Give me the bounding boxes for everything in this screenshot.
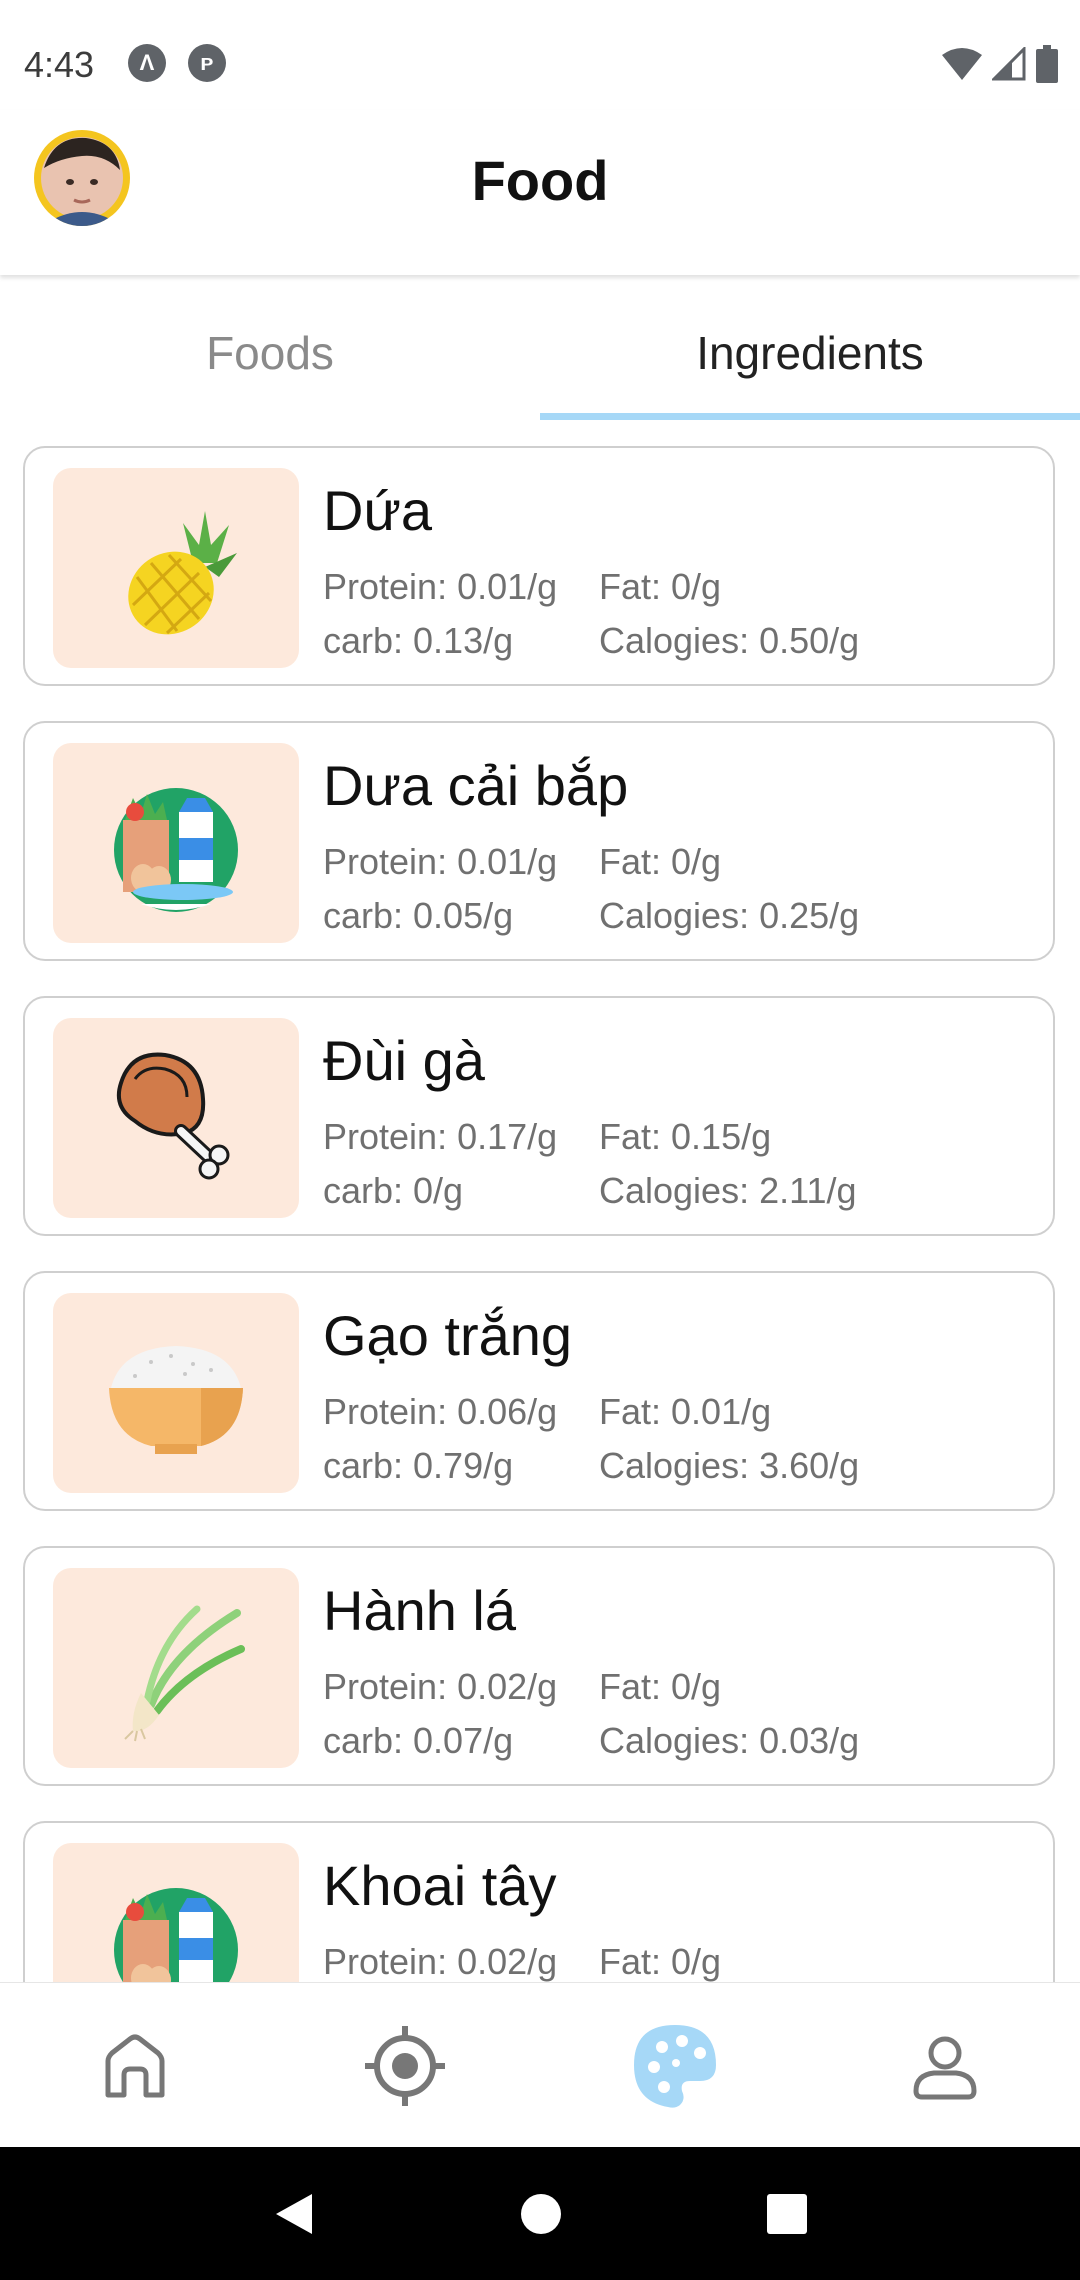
fat-value: Fat: 0.15/g [599,1116,772,1157]
protein-value: Protein: 0.01/g [323,841,558,882]
chicken-leg-icon [116,1052,230,1180]
profile-icon [913,2036,977,2099]
notification-app-icon-2: ᴘ [188,44,226,82]
protein-value: Protein: 0.01/g [323,566,558,607]
ingredient-thumbnail [53,1018,299,1218]
ingredient-name: Gạo trắng [323,1304,573,1367]
ingredient-name: Dưa cải bắp [323,754,629,817]
ingredient-card[interactable]: Dứa Protein: 0.01/g Fat: 0/g carb: 0.13/… [23,446,1055,686]
protein-value: Protein: 0.02/g [323,1666,558,1707]
tab-foods[interactable]: Foods [0,285,540,420]
protein-value: Protein: 0.17/g [323,1116,558,1157]
protein-value: Protein: 0.06/g [323,1391,558,1432]
carb-value: carb: 0.13/g [323,620,514,661]
back-icon[interactable] [272,2190,316,2238]
wifi-icon [942,48,982,80]
nav-profile[interactable] [810,1983,1080,2148]
ingredient-list[interactable]: Dứa Protein: 0.01/g Fat: 0/g carb: 0.13/… [0,420,1080,1982]
calories-value: Calogies: 0.50/g [599,620,860,661]
tab-bar: Foods Ingredients [0,285,1080,420]
calories-value: Calogies: 0.25/g [599,895,860,936]
calories-value: Calogies: 3.60/g [599,1445,860,1486]
calories-value: Calogies: 0.03/g [599,1720,860,1761]
groceries-icon [114,1888,238,1982]
ingredient-card[interactable]: Khoai tây Protein: 0.02/g Fat: 0/g [23,1821,1055,1982]
page-title: Food [471,149,609,212]
ingredient-card[interactable]: Hành lá Protein: 0.02/g Fat: 0/g carb: 0… [23,1546,1055,1786]
ingredient-thumbnail [53,1293,299,1493]
status-time: 4:43 [24,44,95,85]
tab-ingredients[interactable]: Ingredients [540,285,1080,420]
nav-home[interactable] [0,1983,270,2148]
target-icon [365,2025,445,2106]
ingredient-card[interactable]: Đùi gà Protein: 0.17/g Fat: 0.15/g carb:… [23,996,1055,1236]
green-onion-icon [124,1605,245,1742]
home-icon [105,2034,165,2097]
ingredient-thumbnail [53,1843,299,1982]
ingredient-card[interactable]: Dưa cải bắp Protein: 0.01/g Fat: 0/g car… [23,721,1055,961]
bottom-navigation [0,1982,1080,2148]
protein-value: Protein: 0.02/g [323,1941,558,1982]
carb-value: carb: 0.79/g [323,1445,514,1486]
palette-icon [634,2024,716,2108]
home-circle-icon[interactable] [519,2192,563,2236]
fat-value: Fat: 0.01/g [599,1391,772,1432]
nav-food[interactable] [540,1983,810,2148]
calories-value: Calogies: 2.11/g [599,1170,857,1211]
ingredient-name: Hành lá [323,1579,517,1642]
pineapple-icon [128,511,237,635]
system-navigation-bar [0,2147,1080,2280]
status-icons [942,42,1058,86]
carb-value: carb: 0.07/g [323,1720,514,1761]
fat-value: Fat: 0/g [599,566,722,607]
nav-target[interactable] [270,1983,540,2148]
ingredient-thumbnail [53,468,299,668]
ingredient-name: Đùi gà [323,1029,485,1092]
recents-icon[interactable] [766,2193,808,2235]
ingredient-thumbnail [53,743,299,943]
ingredient-thumbnail [53,1568,299,1768]
groceries-icon [114,788,238,912]
carb-value: carb: 0/g [323,1170,464,1211]
notification-app-icon: Λ [128,44,166,82]
app-header: Food [0,110,1080,275]
ingredient-name: Khoai tây [323,1854,557,1917]
ingredient-name: Dứa [323,479,433,542]
fat-value: Fat: 0/g [599,1666,722,1707]
signal-icon [992,47,1026,81]
battery-icon [1036,45,1058,83]
fat-value: Fat: 0/g [599,1941,722,1982]
fat-value: Fat: 0/g [599,841,722,882]
carb-value: carb: 0.05/g [323,895,514,936]
ingredient-card[interactable]: Gạo trắng Protein: 0.06/g Fat: 0.01/g ca… [23,1271,1055,1511]
rice-bowl-icon [109,1346,243,1454]
